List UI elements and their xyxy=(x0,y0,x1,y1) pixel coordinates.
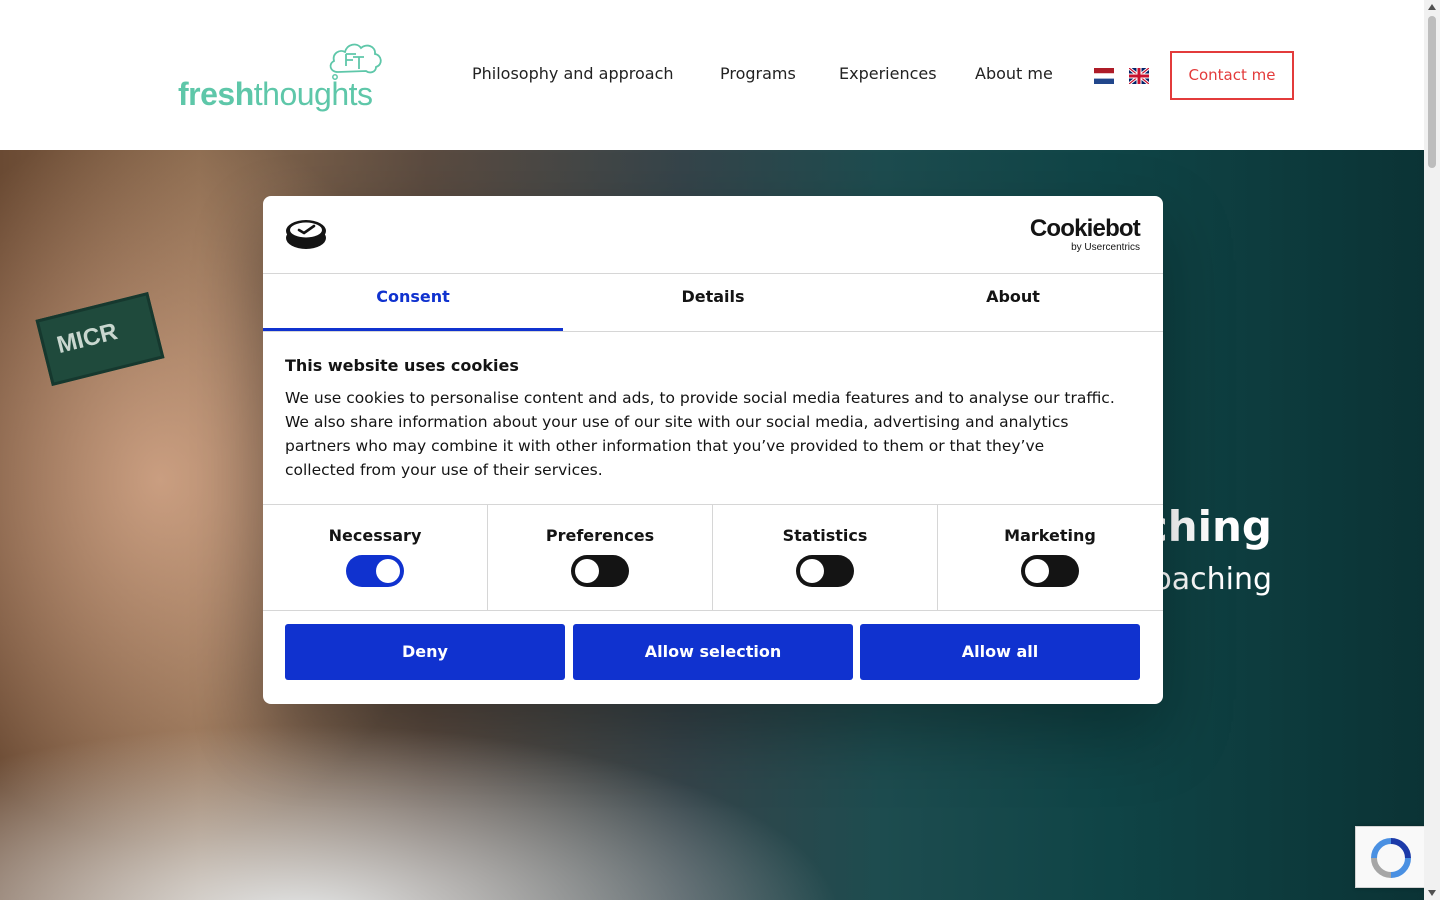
recaptcha-icon xyxy=(1371,838,1411,878)
fresh-thoughts-cloud-icon xyxy=(329,43,382,80)
recaptcha-badge[interactable] xyxy=(1355,826,1427,888)
toggle-knob xyxy=(1025,559,1049,583)
tab-about[interactable]: About xyxy=(863,274,1163,331)
toggle-label-marketing: Marketing xyxy=(1004,526,1096,545)
uk-flag-icon[interactable] xyxy=(1129,68,1149,84)
hero-sign-text: MICR xyxy=(54,318,121,360)
consent-toggles: Necessary Preferences Statistics Marketi… xyxy=(263,504,1163,611)
site-header: freshthoughts Philosophy and approach Pr… xyxy=(0,0,1424,150)
allow-selection-button[interactable]: Allow selection xyxy=(573,624,853,680)
toggle-statistics[interactable] xyxy=(796,555,854,587)
allow-all-button[interactable]: Allow all xyxy=(860,624,1140,680)
scroll-down-arrow-icon[interactable] xyxy=(1428,890,1436,896)
toggle-necessary[interactable] xyxy=(346,555,404,587)
nav-philosophy[interactable]: Philosophy and approach xyxy=(472,64,674,86)
toggle-knob xyxy=(800,559,824,583)
cookiebot-brand-name: Cookiebot xyxy=(1029,215,1141,242)
cookiebot-brand-by: by Usercentrics xyxy=(1071,242,1140,253)
dialog-buttons: Deny Allow selection Allow all xyxy=(285,624,1141,681)
site-logo[interactable]: freshthoughts xyxy=(178,38,388,114)
scrollbar-thumb[interactable] xyxy=(1428,16,1436,168)
dialog-header: Cookiebot by Usercentrics xyxy=(263,196,1163,274)
hero-subtitle: oaching xyxy=(1153,562,1272,597)
cookie-consent-dialog: Cookiebot by Usercentrics Consent Detail… xyxy=(263,196,1163,704)
tab-consent[interactable]: Consent xyxy=(263,274,563,331)
toggle-preferences[interactable] xyxy=(571,555,629,587)
toggle-label-statistics: Statistics xyxy=(782,526,868,545)
toggle-cell-marketing: Marketing xyxy=(938,505,1162,610)
dialog-tabs: Consent Details About xyxy=(263,274,1163,332)
toggle-knob xyxy=(376,559,400,583)
nav-about-me[interactable]: About me xyxy=(975,64,1053,86)
toggle-label-preferences: Preferences xyxy=(545,526,655,545)
logo-wordmark: freshthoughts xyxy=(178,76,373,112)
toggle-marketing[interactable] xyxy=(1021,555,1079,587)
deny-button[interactable]: Deny xyxy=(285,624,565,680)
toggle-cell-statistics: Statistics xyxy=(713,505,938,610)
nav-experiences[interactable]: Experiences xyxy=(839,64,937,86)
toggle-knob xyxy=(575,559,599,583)
scroll-up-arrow-icon[interactable] xyxy=(1428,4,1436,10)
toggle-cell-preferences: Preferences xyxy=(488,505,713,610)
nav-programs[interactable]: Programs xyxy=(720,64,796,86)
contact-button[interactable]: Contact me xyxy=(1170,51,1294,100)
cookiebot-brand[interactable]: Cookiebot by Usercentrics xyxy=(1029,215,1141,254)
cookiebot-logo-icon xyxy=(286,220,326,249)
dutch-flag-icon[interactable] xyxy=(1094,68,1114,84)
dialog-body: This website uses cookies We use cookies… xyxy=(285,356,1115,482)
page-scrollbar[interactable] xyxy=(1424,0,1440,900)
toggle-cell-necessary: Necessary xyxy=(263,505,488,610)
toggle-label-necessary: Necessary xyxy=(328,526,422,545)
tab-details[interactable]: Details xyxy=(563,274,863,331)
dialog-title: This website uses cookies xyxy=(285,356,519,375)
dialog-description: We use cookies to personalise content an… xyxy=(285,389,1115,479)
